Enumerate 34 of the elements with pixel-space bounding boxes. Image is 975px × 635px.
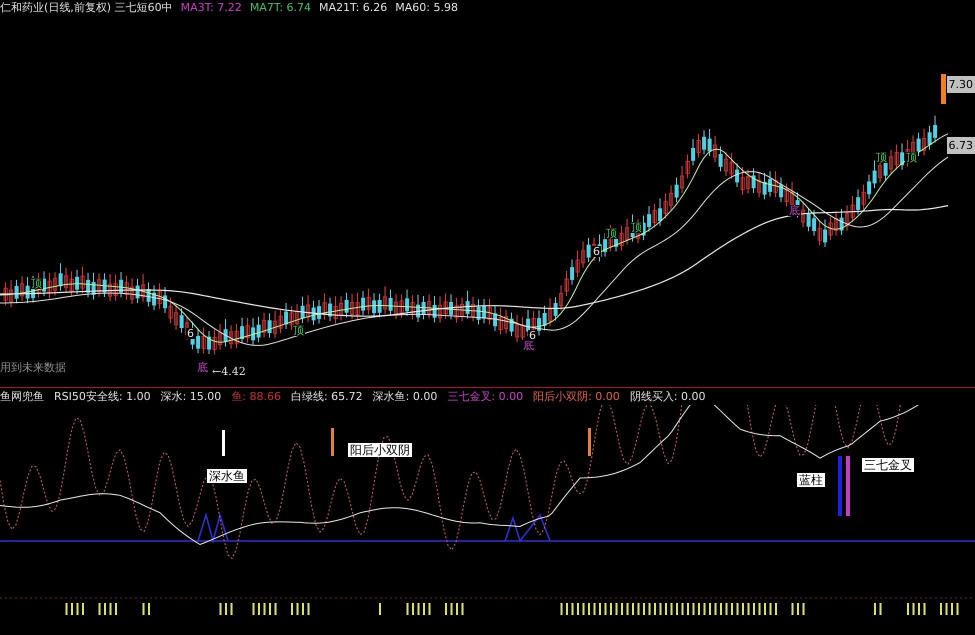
chart-marker: 6 (528, 330, 537, 341)
chart-marker: 6 (186, 328, 195, 339)
indicator-value: 三七金叉: 0.00 (447, 391, 524, 402)
chart-marker: 顶 (875, 152, 888, 163)
indicator-value: 深水鱼: 0.00 (372, 391, 438, 402)
indicator-value: MA60: 5.98 (395, 2, 458, 13)
chart-title: 仁和药业(日线,前复权) 三七短60中 (0, 2, 173, 13)
indicator-value: 阴线买入: 0.00 (630, 391, 706, 402)
indicator-value: 鱼网兜鱼 (0, 391, 44, 402)
chart-marker: 顶 (30, 278, 43, 289)
indicator-value: 鱼: 88.66 (231, 391, 281, 402)
signal-label: 蓝柱 (797, 473, 825, 487)
indicator-value: RSI50安全线: 1.00 (54, 391, 151, 402)
chart-marker: 底 (196, 362, 209, 373)
signal-label: 阳后小双阴 (348, 443, 412, 457)
indicator-value: MA21T: 6.26 (319, 2, 388, 13)
price-tag: 7.30 (946, 76, 975, 93)
chart-marker: 顶 (905, 152, 918, 163)
chart-marker: 顶 (630, 222, 643, 233)
price-tag: 6.73 (946, 137, 975, 154)
chart-marker: 顶 (292, 325, 305, 336)
chart-marker: 6 (592, 246, 601, 257)
indicator-value: MA7T: 6.74 (250, 2, 312, 13)
indicator-value: 阳后小双阴: 0.00 (533, 391, 620, 402)
indicator-value: MA3T: 7.22 (180, 2, 242, 13)
chart-marker: 底 (522, 340, 535, 351)
signal-label: 三七金叉 (862, 458, 914, 472)
indicator-value: 白绿线: 65.72 (290, 391, 363, 402)
chart-marker: 底 (788, 205, 801, 216)
signal-label: 深水鱼 (207, 469, 247, 483)
low-price-label: ←4.42 (212, 366, 246, 377)
warning-note: 用到未来数据 (0, 362, 66, 373)
chart-marker: 顶 (605, 228, 618, 239)
indicator-value: 深水: 15.00 (160, 391, 222, 402)
